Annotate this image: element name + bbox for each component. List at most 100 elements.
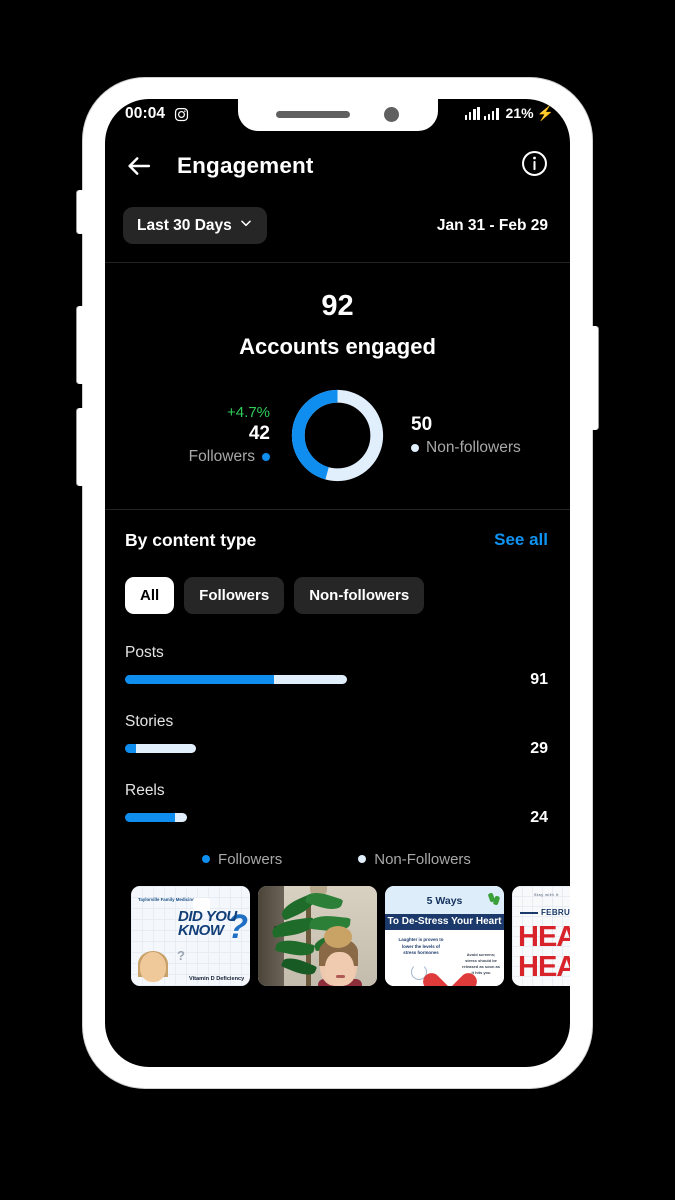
bar-segment-non-followers (135, 744, 196, 754)
thumbnail-headline: DID YOU KNOW (178, 907, 237, 939)
date-range-row: Last 30 Days Jan 31 - Feb 29 (105, 197, 570, 263)
front-camera-icon (384, 106, 399, 122)
thumbnail-heart-icon (433, 962, 467, 986)
bar-line-stories: 29 (125, 740, 548, 758)
bar-row-stories: Stories 29 (125, 713, 548, 758)
volume-down-button[interactable] (77, 408, 85, 486)
bar-chart-legend: Followers Non-Followers (125, 851, 548, 868)
chip-non-followers[interactable]: Non-followers (294, 576, 425, 614)
engagement-summary: 92 Accounts engaged +4.7% 42 Followers 5… (105, 263, 570, 509)
thumbnail-person-hair-bun (324, 925, 352, 948)
thumbnail-brand-text: Taylorville Family Medicine (138, 896, 195, 902)
chip-all[interactable]: All (125, 576, 175, 614)
power-button[interactable] (590, 326, 598, 430)
silence-switch[interactable] (77, 190, 85, 234)
status-bar-right: 21% ⚡ (464, 105, 554, 121)
non-followers-label: Non-followers (426, 438, 521, 456)
legend-item-followers: Followers (202, 851, 282, 868)
legend-label-non-followers: Non-Followers (374, 850, 471, 868)
instagram-icon (174, 107, 189, 122)
followers-label-row: Followers (136, 448, 270, 466)
thumbnail-headline-line2: To De-Stress Your Heart (387, 916, 502, 928)
non-followers-label-row: Non-followers (411, 439, 539, 457)
non-followers-value: 50 (411, 413, 433, 435)
content-type-bar-chart: Posts 91 Stories 29 Reels 24 (125, 644, 548, 827)
legend-item-non-followers: Non-Followers (358, 851, 471, 868)
status-bar: 00:04 21% ⚡ (105, 99, 570, 135)
status-bar-left: 00:04 (125, 105, 189, 123)
bar-segment-followers (125, 675, 274, 685)
thumbnail-month-text: FEBRUARY (541, 907, 570, 917)
chip-followers[interactable]: Followers (184, 576, 285, 614)
followers-color-dot (262, 453, 270, 462)
thumbnail-caption: Vitamin D Deficiency (189, 976, 245, 983)
phone-screen: 00:04 21% ⚡ Engagement Last 30 Days Jan … (105, 99, 570, 1067)
battery-percent: 21% (505, 105, 534, 121)
audience-filter-chips: All Followers Non-followers (125, 576, 548, 614)
info-circle-icon[interactable] (521, 150, 548, 182)
thumbnail-month-label: FEBRUARY (520, 908, 570, 917)
thumbnail-person-mouth (336, 974, 345, 978)
thumbnail-february-heart-health[interactable]: Stay with it FEBRUARY HEART HEALTH (512, 885, 570, 986)
thumbnail-headline-band: To De-Stress Your Heart (385, 913, 504, 930)
content-type-title: By content type (125, 529, 257, 550)
speaker-slot (276, 110, 350, 118)
bar-segment-non-followers (273, 675, 347, 685)
bar-segment-non-followers (174, 813, 187, 823)
bar-segment-followers (125, 744, 136, 754)
content-type-header: By content type See all (125, 530, 548, 551)
followers-delta: +4.7% (227, 404, 270, 422)
thumbnail-note-text: Laughter is proven to lower the levels o… (398, 936, 444, 956)
donut-chart-row: +4.7% 42 Followers 50 Non-followers (105, 384, 570, 487)
see-all-link[interactable]: See all (494, 530, 548, 550)
total-accounts-engaged-value: 92 (321, 290, 354, 322)
bar-value-posts: 91 (530, 670, 548, 688)
bar-line-posts: 91 (125, 671, 548, 689)
bar-track-reels (125, 813, 187, 823)
thumbnail-character-head (140, 951, 166, 982)
by-content-type-section: By content type See all All Followers No… (105, 508, 570, 986)
date-preset-label: Last 30 Days (137, 216, 232, 234)
bar-track-stories (125, 744, 196, 754)
bar-track-posts (125, 675, 347, 685)
thumbnail-big-text-1: HEART (518, 920, 570, 953)
status-time: 00:04 (125, 105, 166, 122)
bar-value-stories: 29 (530, 739, 548, 757)
page-title: Engagement (177, 153, 314, 178)
thumbnail-reel-person-with-plant[interactable] (258, 885, 377, 986)
bar-label-reels: Reels (125, 781, 165, 799)
thumbnail-tiny-text: Stay with it (534, 892, 559, 897)
followers-label: Followers (188, 448, 255, 466)
legend-dot-followers (202, 855, 211, 864)
nav-header: Engagement (105, 135, 570, 197)
chevron-down-icon (239, 216, 253, 235)
date-preset-dropdown[interactable]: Last 30 Days (123, 207, 267, 244)
volume-up-button[interactable] (77, 306, 85, 384)
wifi-signal-icon (464, 106, 480, 120)
lightning-bolt-icon: ⚡ (536, 105, 554, 121)
total-accounts-engaged-label: Accounts engaged (239, 333, 436, 359)
bar-value-reels: 24 (530, 808, 548, 826)
non-followers-stat-block: 50 Non-followers (389, 414, 539, 457)
thumbnail-big-text-2: HEALTH (518, 950, 570, 983)
thumbnail-did-you-know-vitamin-d[interactable]: Taylorville Family Medicine ? DID YOU KN… (131, 885, 250, 986)
bar-label-posts: Posts (125, 643, 164, 661)
followers-stat-block: +4.7% 42 Followers (136, 404, 286, 466)
thumbnail-leaf-icon (487, 892, 501, 907)
thumbnail-question-mark-small-icon: ? (177, 947, 185, 963)
cellular-signal-icon (483, 107, 499, 120)
notch (237, 99, 438, 131)
thumbnail-person-face (325, 951, 354, 986)
back-arrow-icon[interactable] (125, 152, 153, 180)
bar-row-posts: Posts 91 (125, 644, 548, 689)
top-content-thumbnails: Taylorville Family Medicine ? DID YOU KN… (125, 885, 570, 986)
bar-row-reels: Reels 24 (125, 782, 548, 827)
non-followers-color-dot (411, 443, 419, 452)
engagement-donut-chart (291, 389, 384, 482)
date-range-text: Jan 31 - Feb 29 (436, 216, 548, 234)
thumbnail-five-ways-de-stress-your-heart[interactable]: 5 Ways To De-Stress Your Heart Laughter … (385, 885, 504, 986)
bar-line-reels: 24 (125, 809, 548, 827)
bar-segment-followers (125, 813, 175, 823)
phone-frame: 00:04 21% ⚡ Engagement Last 30 Days Jan … (77, 78, 598, 1088)
legend-dot-non-followers (358, 855, 367, 864)
